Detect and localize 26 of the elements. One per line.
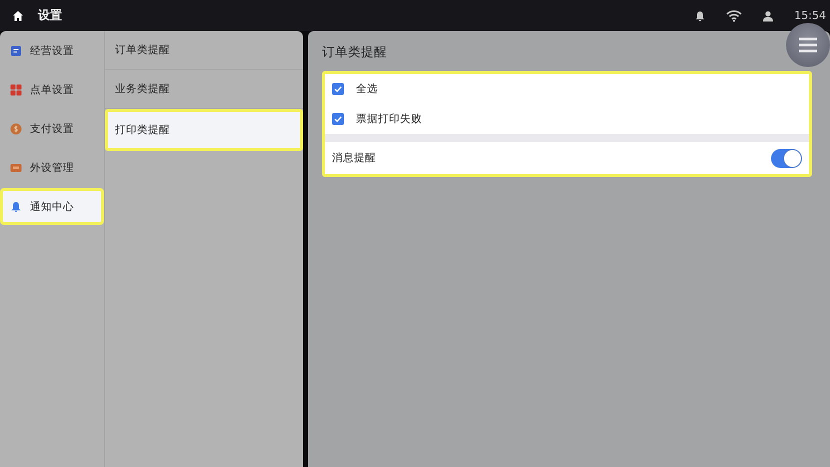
- checkbox-label: 票据打印失败: [356, 112, 422, 126]
- setting-label: 消息提醒: [332, 151, 376, 165]
- bell-icon: [10, 200, 22, 212]
- coin-icon: [10, 122, 22, 134]
- submenu-item[interactable]: 订单类提醒: [105, 31, 303, 70]
- device-icon: [10, 162, 22, 174]
- toggle-switch[interactable]: [771, 148, 802, 168]
- menu-icon: [798, 37, 818, 53]
- checkbox[interactable]: [332, 113, 344, 125]
- checkbox-label: 全选: [356, 82, 378, 96]
- grid-icon: [10, 84, 22, 96]
- user-icon[interactable]: [762, 10, 774, 22]
- screen-title: 设置: [38, 7, 62, 24]
- section-title: 订单类提醒: [322, 43, 387, 61]
- sidebar-item[interactable]: 点单设置: [0, 70, 104, 109]
- sidebar-item[interactable]: 经营设置: [0, 31, 104, 70]
- form-icon: [10, 44, 22, 56]
- sidebar-item[interactable]: 支付设置: [0, 109, 104, 148]
- wifi-icon[interactable]: [726, 10, 742, 22]
- sidebar-item[interactable]: 外设管理: [0, 148, 104, 187]
- checkbox[interactable]: [332, 83, 344, 95]
- home-icon[interactable]: [12, 10, 24, 22]
- sidebar-item[interactable]: 通知中心: [0, 188, 104, 225]
- bell-icon[interactable]: [694, 10, 706, 22]
- submenu-item[interactable]: 打印类提醒: [105, 109, 303, 151]
- clock-time: 15:54: [794, 9, 826, 22]
